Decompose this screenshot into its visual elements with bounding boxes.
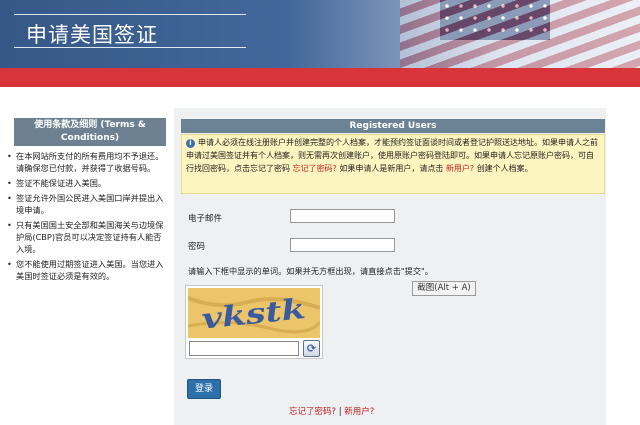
refresh-icon[interactable]: ⟳ (303, 340, 320, 357)
terms-item: 您不能使用过期签证进入美国。当您进入美国时签证必须是有效的。 (6, 258, 166, 282)
captcha-word: vkstk (200, 292, 307, 336)
red-bar (0, 68, 640, 87)
terms-item: 签证不能保证进入美国。 (6, 177, 166, 189)
captcha-image: vkstk (188, 288, 320, 338)
terms-item: 在本网站所支付的所有费用均不予退还。请确保您已付款，并获得了收据号码。 (6, 150, 166, 174)
password-field[interactable] (290, 238, 395, 252)
header-rule-top (14, 14, 246, 15)
terms-heading: 使用条款及细则 (Terms & Conditions) (14, 118, 166, 146)
email-field[interactable] (290, 209, 395, 223)
terms-item: 只有美国国土安全部和美国海关与边境保护局(CBP)官员可以决定签证持有人能否入境… (6, 219, 166, 255)
terms-heading-line2: Conditions) (60, 133, 120, 143)
new-user-link[interactable]: 新用户? (344, 407, 374, 417)
forgot-password-link-inline[interactable]: 忘记了密码? (293, 164, 337, 173)
info-icon: i (186, 139, 195, 148)
registered-users-heading: Registered Users (181, 119, 605, 133)
captcha-hint: 请输入下框中显示的单词。如果并无方框出现，请直接点击"提交"。 (188, 266, 433, 276)
terms-heading-line1: 使用条款及细则 (Terms & (34, 120, 146, 130)
password-label: 密码 (188, 242, 206, 252)
notice-box: i 申请人必须在线注册账户并创建完整的个人档案，才能预约签证面谈时间或者登记护照送… (181, 134, 605, 194)
flag-stripes-decoration (400, 0, 640, 68)
captcha-input[interactable] (189, 341, 299, 356)
header-rule-bottom (14, 47, 246, 48)
forgot-password-link[interactable]: 忘记了密码? (289, 407, 336, 417)
login-button[interactable]: 登录 (187, 379, 221, 399)
notice-text-2: 如果申请人是新用户，请点击 (339, 164, 444, 173)
email-label: 电子邮件 (188, 214, 223, 224)
page-title: 申请美国签证 (26, 23, 158, 47)
captcha-box: vkstk ⟳ (185, 285, 323, 359)
terms-item: 签证允许外国公民进入美国口岸并提出入境申请。 (6, 192, 166, 216)
screenshot-tooltip: 截图(Alt + A) (412, 281, 476, 296)
footer-links: 忘记了密码? | 新用户? (289, 405, 374, 417)
new-user-link-inline[interactable]: 新用户? (446, 164, 474, 173)
notice-text-3: 创建个人档案。 (476, 164, 533, 173)
terms-list: 在本网站所支付的所有费用均不予退还。请确保您已付款，并获得了收据号码。 签证不能… (6, 150, 166, 285)
site-header: 申请美国签证 (0, 0, 640, 68)
footer-separator: | (338, 407, 342, 417)
captcha-graphic: vkstk (188, 292, 320, 336)
